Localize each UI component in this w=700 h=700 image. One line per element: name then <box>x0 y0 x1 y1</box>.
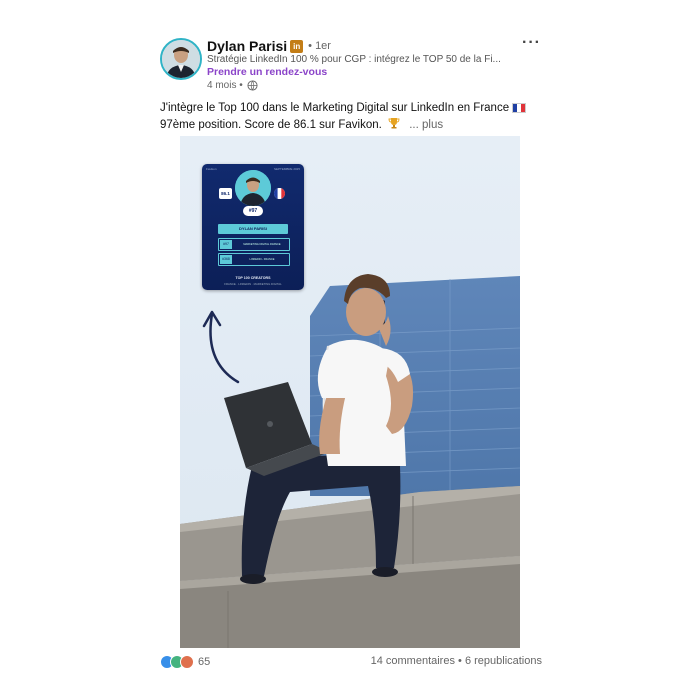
card-row-1-label: #97 <box>220 240 232 249</box>
author-line: Dylan Parisi in • 1er <box>207 38 331 54</box>
post-text: J'intègre le Top 100 dans le Marketing D… <box>160 100 550 134</box>
counts-separator: • <box>454 655 465 667</box>
social-counts: 14 commentaires • 6 republications <box>371 655 542 667</box>
card-france-flag-icon <box>274 188 285 199</box>
card-rank: #97 <box>243 206 263 216</box>
post-image[interactable]: Favikon SEPTEMBRE 2025 86.1 #97 DYLAN PA… <box>180 136 520 648</box>
card-row-2-label: #368 <box>220 255 232 264</box>
connection-degree: • 1er <box>308 40 331 52</box>
author-headline: Stratégie LinkedIn 100 % pour CGP : inté… <box>207 54 501 65</box>
author-name[interactable]: Dylan Parisi <box>207 38 287 54</box>
linkedin-premium-icon: in <box>290 39 304 53</box>
author-avatar[interactable] <box>160 38 202 80</box>
more-options-icon[interactable]: ··· <box>522 34 541 52</box>
card-name: DYLAN PARISI <box>218 224 288 234</box>
card-avatar <box>235 170 271 206</box>
reactions-summary[interactable]: 65 <box>160 655 210 669</box>
love-icon <box>180 655 194 669</box>
card-footer-subtitle: FRANCE · LINKEDIN · MARKETING DIGITAL <box>224 282 282 286</box>
card-row-1: #97 MARKETING DIGITAL FRANCE <box>218 238 290 251</box>
book-appointment-link[interactable]: Prendre un rendez-vous <box>207 66 327 78</box>
card-row-2: #368 LINKEDIN - FRANCE <box>218 253 290 266</box>
post-line-1: J'intègre le Top 100 dans le Marketing D… <box>160 102 510 114</box>
favikon-ranking-card: Favikon SEPTEMBRE 2025 86.1 #97 DYLAN PA… <box>202 164 304 290</box>
card-date: SEPTEMBRE 2025 <box>273 167 300 171</box>
see-more-link[interactable]: ... plus <box>409 119 443 131</box>
trophy-icon <box>388 118 400 129</box>
globe-icon <box>247 80 258 91</box>
card-footer-title: TOP 100 CREATORS <box>235 276 271 280</box>
reposts-count[interactable]: 6 republications <box>465 655 542 667</box>
post-time: 4 mois • <box>207 80 243 91</box>
post-meta: 4 mois • <box>207 80 258 91</box>
card-brand: Favikon <box>206 167 217 171</box>
card-score: 86.1 <box>219 188 232 199</box>
linkedin-post: Dylan Parisi in • 1er Stratégie LinkedIn… <box>0 0 700 700</box>
post-line-2: 97ème position. Score de 86.1 sur Faviko… <box>160 119 382 131</box>
reactions-count: 65 <box>198 656 211 668</box>
france-flag-icon <box>512 102 527 113</box>
comments-count[interactable]: 14 commentaires <box>371 655 455 667</box>
card-row-1-text: MARKETING DIGITAL FRANCE <box>243 243 281 246</box>
card-row-2-text: LINKEDIN - FRANCE <box>249 258 275 261</box>
